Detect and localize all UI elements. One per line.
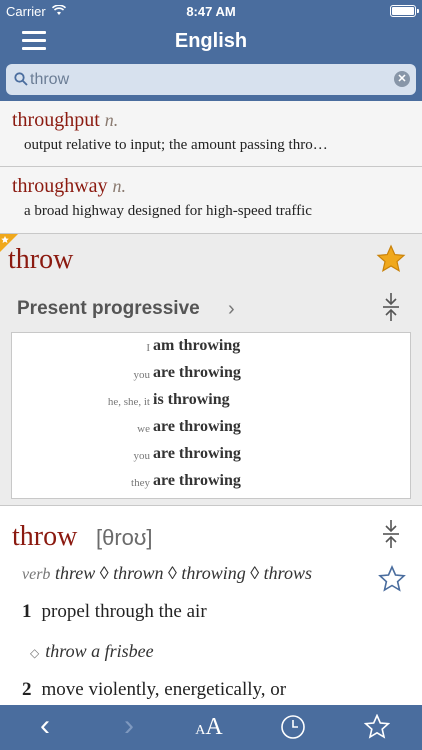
table-row: I am throwing [12,335,412,362]
part-of-speech: verb [22,566,51,583]
conjugation-form: are throwing [153,445,241,462]
sense-text: move violently, energetically, or [41,679,287,700]
clock: 8:47 AM [186,4,236,19]
conjugation-pronoun: you [133,369,151,381]
font-small-label: A [195,723,206,738]
search-icon [14,72,28,86]
bottom-toolbar: ‹ › AA [0,705,422,750]
conjugation-table: I am throwing you are throwing he, she, … [11,332,411,499]
sense-number: 2 [22,679,32,700]
favorites-button[interactable] [352,705,402,750]
conjugation-pronoun: he, she, it [107,396,150,408]
history-button[interactable] [268,705,318,750]
list-item[interactable]: throughput n. output relative to input; t… [0,101,422,167]
collapse-icon[interactable] [380,292,402,322]
conjugation-pronoun: I [146,342,150,354]
star-icon [363,713,391,739]
search-input[interactable] [30,68,370,91]
table-row: you are throwing [12,362,412,389]
conjugation-form: are throwing [153,418,241,435]
status-bar: Carrier 8:47 AM [0,0,422,22]
list-item[interactable]: throughway n. a broad highway designed fo… [0,167,422,234]
conjugation-header[interactable]: Present progressive › [0,290,422,326]
sense-line: 2 move violently, energetically, or [22,679,286,701]
forward-button[interactable]: › [104,705,154,750]
conjugation-form: are throwing [153,364,241,381]
conjugation-pronoun: they [131,477,150,489]
diamond-icon: ◇ [30,646,40,660]
font-big-label: A [205,714,223,740]
search-bar[interactable]: ✕ [6,64,416,95]
conjugation-form: is throwing [153,391,230,408]
verb-forms: threw ◊ thrown ◊ throwing ◊ throws [54,563,312,583]
clear-search-icon[interactable]: ✕ [394,71,410,87]
battery-icon [390,5,419,17]
table-row: you are throwing [12,443,412,470]
entry-card: throw Present progressive › I am throwin… [0,234,422,506]
conjugation-pronoun: we [137,423,150,435]
conjugation-form: are throwing [153,472,241,489]
result-definition: a broad highway designed for high-speed … [24,203,312,219]
table-row: he, she, it is throwing [12,389,412,416]
table-row: we are throwing [12,416,412,443]
full-entry: throw [θroʊ] verb threw ◊ thrown ◊ throw… [0,507,422,705]
page-title: English [174,30,248,52]
result-pos: n. [104,110,119,130]
sense-number: 1 [22,601,32,622]
verb-forms-line: verb threw ◊ thrown ◊ throwing ◊ throws [22,563,352,584]
sense-text: propel through the air [41,601,207,622]
clock-icon [281,715,305,739]
font-size-button[interactable]: AA [184,705,234,750]
table-row: they are throwing [12,470,412,497]
chevron-right-icon[interactable]: › [228,298,235,321]
result-headword: throughway [12,175,108,197]
app-header: Carrier 8:47 AM English ✕ [0,0,422,101]
conjugation-form: am throwing [153,337,241,354]
example-text: throw a frisbee [45,641,154,661]
entry-headword: throw [8,244,74,275]
conjugation-pronoun: you [133,450,151,462]
result-definition: output relative to input; the amount pas… [24,137,328,153]
pronunciation: [θroʊ] [96,525,153,550]
result-headword: throughput [12,109,100,131]
full-entry-headword: throw [12,521,78,552]
sense-line: 1 propel through the air [22,601,207,623]
back-button[interactable]: ‹ [20,705,70,750]
result-pos: n. [112,176,127,196]
nav-bar: English [0,22,422,62]
collapse-icon[interactable] [380,519,402,549]
star-outline-icon[interactable] [378,565,406,593]
example-line: ◇ throw a frisbee [30,641,154,662]
favorite-star-icon[interactable] [376,244,406,274]
conjugation-title: Present progressive [17,298,200,319]
